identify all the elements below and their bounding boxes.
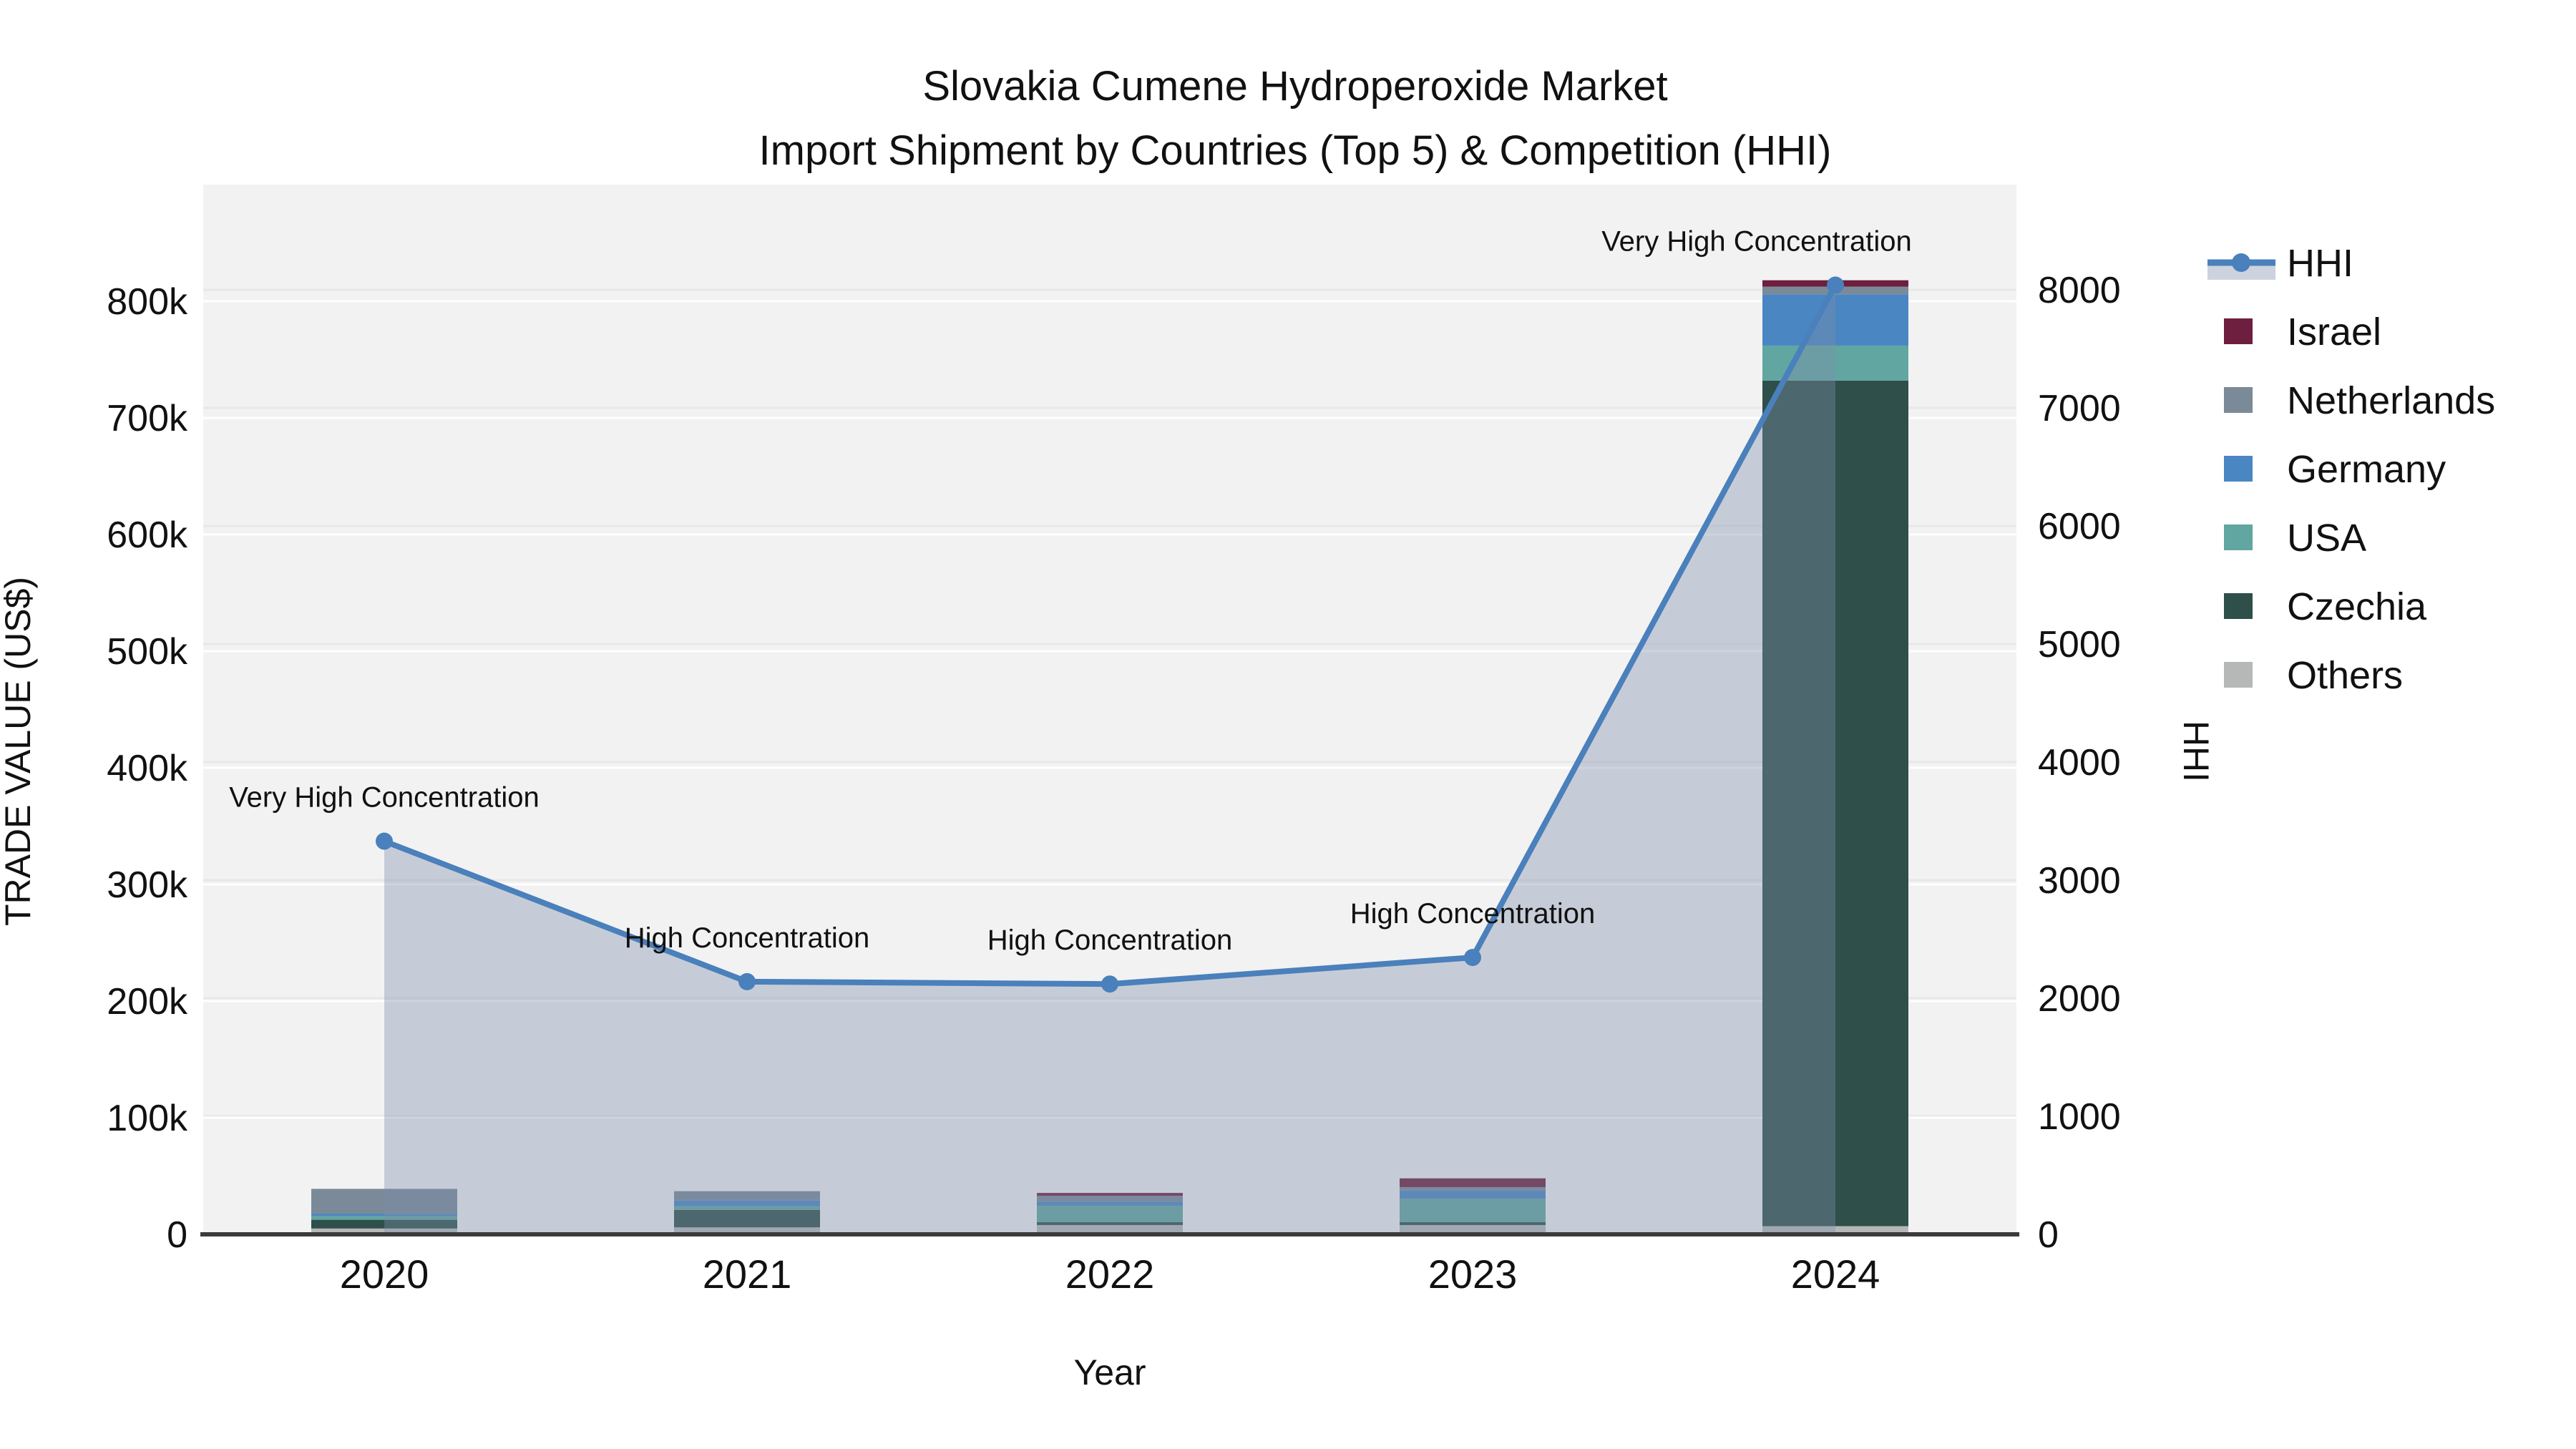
annotation-2021: High Concentration: [625, 922, 869, 954]
x-tick-2021: 2021: [703, 1252, 792, 1297]
y-left-tick-400k: 400k: [107, 748, 188, 789]
y-right-tick-0: 0: [2038, 1214, 2059, 1256]
legend-label-usa: USA: [2287, 517, 2366, 560]
y-left-tick-700k: 700k: [107, 398, 188, 439]
annotation-2023: High Concentration: [1350, 898, 1595, 930]
y-axis-left-ticks: 0 100k 200k 300k 400k 500k 600k 700k 800k: [107, 281, 188, 1256]
hhi-point-2020: [376, 832, 393, 850]
legend-item-czechia[interactable]: Czechia: [2224, 585, 2427, 628]
y-left-tick-500k: 500k: [107, 631, 188, 673]
legend-hhi-marker: [2232, 253, 2250, 272]
y-right-tick-1000: 1000: [2038, 1096, 2121, 1138]
legend-label-czechia: Czechia: [2287, 585, 2427, 628]
legend-swatch-israel: [2224, 318, 2253, 344]
y-right-tick-4000: 4000: [2038, 742, 2121, 784]
y-axis-left-title: TRADE VALUE (US$): [0, 577, 38, 926]
legend-label-netherlands: Netherlands: [2287, 379, 2495, 422]
figure-container: Very High Concentration High Concentratio…: [0, 0, 2576, 1449]
y-right-tick-8000: 8000: [2038, 270, 2121, 311]
x-axis-ticks: 2020 2021 2022 2023 2024: [340, 1252, 1880, 1297]
chart-title-line2: Import Shipment by Countries (Top 5) & C…: [759, 127, 1832, 174]
y-left-tick-300k: 300k: [107, 864, 188, 906]
legend-swatch-usa: [2224, 525, 2253, 550]
x-tick-2024: 2024: [1791, 1252, 1880, 1297]
hhi-point-2021: [738, 972, 756, 990]
annotation-2024: Very High Concentration: [1601, 225, 1912, 257]
legend-item-germany[interactable]: Germany: [2224, 448, 2446, 491]
y-left-tick-0: 0: [167, 1214, 187, 1256]
y-axis-right-ticks: 0 1000 2000 3000 4000 5000 6000 7000 8000: [2038, 270, 2121, 1256]
x-tick-2022: 2022: [1065, 1252, 1155, 1297]
y-right-tick-2000: 2000: [2038, 978, 2121, 1020]
legend-item-usa[interactable]: USA: [2224, 517, 2366, 560]
legend-item-netherlands[interactable]: Netherlands: [2224, 379, 2495, 422]
hhi-point-2022: [1101, 975, 1118, 993]
y-right-tick-6000: 6000: [2038, 506, 2121, 547]
legend-swatch-netherlands: [2224, 387, 2253, 413]
y-left-tick-600k: 600k: [107, 514, 188, 556]
legend-label-israel: Israel: [2287, 311, 2381, 353]
legend-swatch-germany: [2224, 456, 2253, 482]
legend-label-others: Others: [2287, 654, 2403, 697]
y-right-tick-7000: 7000: [2038, 388, 2121, 429]
legend-label-germany: Germany: [2287, 448, 2446, 491]
y-left-tick-200k: 200k: [107, 981, 188, 1023]
chart-title-line1: Slovakia Cumene Hydroperoxide Market: [922, 63, 1667, 109]
legend-swatch-czechia: [2224, 593, 2253, 619]
legend-item-israel[interactable]: Israel: [2224, 311, 2381, 353]
y-axis-right-title: HHI: [2176, 721, 2216, 782]
annotation-2022: High Concentration: [987, 924, 1232, 956]
hhi-point-2023: [1464, 949, 1481, 967]
y-right-tick-3000: 3000: [2038, 860, 2121, 902]
legend-item-hhi[interactable]: HHI: [2207, 242, 2353, 285]
y-left-tick-800k: 800k: [107, 281, 188, 323]
x-tick-2023: 2023: [1428, 1252, 1518, 1297]
legend-label-hhi: HHI: [2287, 242, 2353, 285]
y-right-tick-5000: 5000: [2038, 624, 2121, 665]
annotation-2020: Very High Concentration: [229, 782, 540, 814]
y-left-tick-100k: 100k: [107, 1098, 188, 1139]
x-tick-2020: 2020: [340, 1252, 429, 1297]
legend: HHI Israel Netherlands Germany USA Czechia Oth…: [2207, 242, 2495, 697]
x-axis-title: Year: [1073, 1352, 1146, 1392]
legend-item-others[interactable]: Others: [2224, 654, 2403, 697]
chart-canvas: Very High Concentration High Concentratio…: [0, 63, 2495, 1392]
hhi-point-2024: [1827, 276, 1844, 294]
legend-swatch-others: [2224, 662, 2253, 688]
